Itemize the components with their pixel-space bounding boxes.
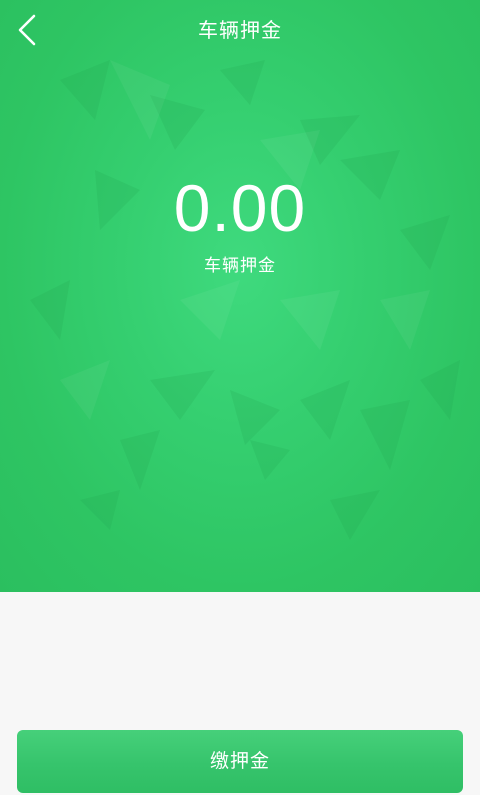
deposit-amount-label: 车辆押金	[204, 256, 276, 276]
pay-deposit-button[interactable]: 缴押金	[17, 730, 463, 793]
deposit-amount: 0.00	[173, 171, 307, 245]
page-title: 车辆押金	[198, 18, 282, 42]
deposit-screen: 车辆押金 0.00 车辆押金 缴押金	[0, 0, 480, 795]
polygon-background-pattern	[30, 60, 460, 540]
top-bar: 车辆押金	[0, 0, 480, 60]
deposit-hero-banner: 车辆押金 0.00 车辆押金	[0, 0, 480, 592]
